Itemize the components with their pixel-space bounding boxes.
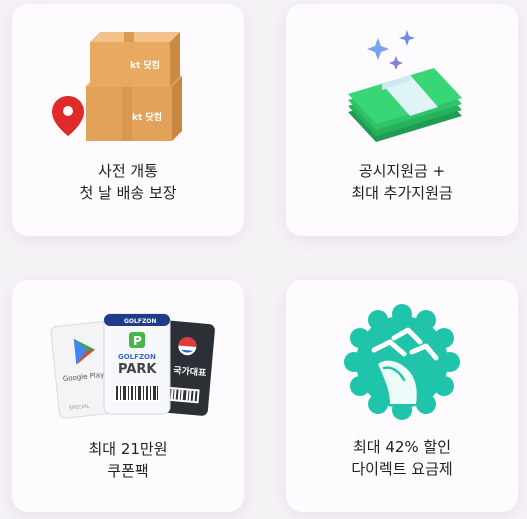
caption-line-1: 공시지원금 + <box>358 162 446 180</box>
benefit-card-coupon-pack: Google Play SPECIAL 국가대표 GOLFZON P GOLFZ… <box>12 280 244 512</box>
caption-line-1: 최대 21만원 <box>88 440 168 458</box>
caption-line-2: 쿠폰팩 <box>107 462 149 480</box>
sparkle-icon <box>367 30 415 70</box>
caption-line-2: 최대 추가지원금 <box>351 184 453 202</box>
coupon-tickets-icon: Google Play SPECIAL 국가대표 GOLFZON P GOLFZ… <box>50 313 215 419</box>
card-caption: 사전 개통 첫 날 배송 보장 <box>12 160 244 204</box>
coupon-golfzon-top-label: GOLFZON <box>124 318 156 325</box>
card-caption: 최대 42% 할인 다이렉트 요금제 <box>286 436 518 480</box>
card-caption: 공시지원금 + 최대 추가지원금 <box>286 160 518 204</box>
caption-line-1: 사전 개통 <box>98 162 158 180</box>
caption-line-2: 다이렉트 요금제 <box>351 460 453 478</box>
benefit-card-subsidy: 공시지원금 + 최대 추가지원금 <box>286 4 518 236</box>
benefit-card-direct-plan: 최대 42% 할인 다이렉트 요금제 <box>286 280 518 512</box>
box-brand-bottom: kt 닷컴 <box>132 111 162 123</box>
money-stack-icon <box>348 30 462 142</box>
benefit-card-preopen-delivery: kt 닷컴 kt 닷컴 사전 개통 첫 날 배송 보장 <box>12 4 244 236</box>
caption-line-1: 최대 42% 할인 <box>352 438 452 456</box>
coupon-park-label: PARK <box>118 362 157 377</box>
svg-text:P: P <box>133 334 142 348</box>
caption-line-2: 첫 날 배송 보장 <box>79 184 177 202</box>
box-brand-top: kt 닷컴 <box>130 59 160 71</box>
wave-hand-badge-icon <box>344 304 460 420</box>
coupon-golfzon-mid-label: GOLFZON <box>118 353 156 361</box>
card-caption: 최대 21만원 쿠폰팩 <box>12 438 244 482</box>
shipping-boxes-icon: kt 닷컴 kt 닷컴 <box>52 32 182 141</box>
location-pin-icon <box>52 96 84 136</box>
